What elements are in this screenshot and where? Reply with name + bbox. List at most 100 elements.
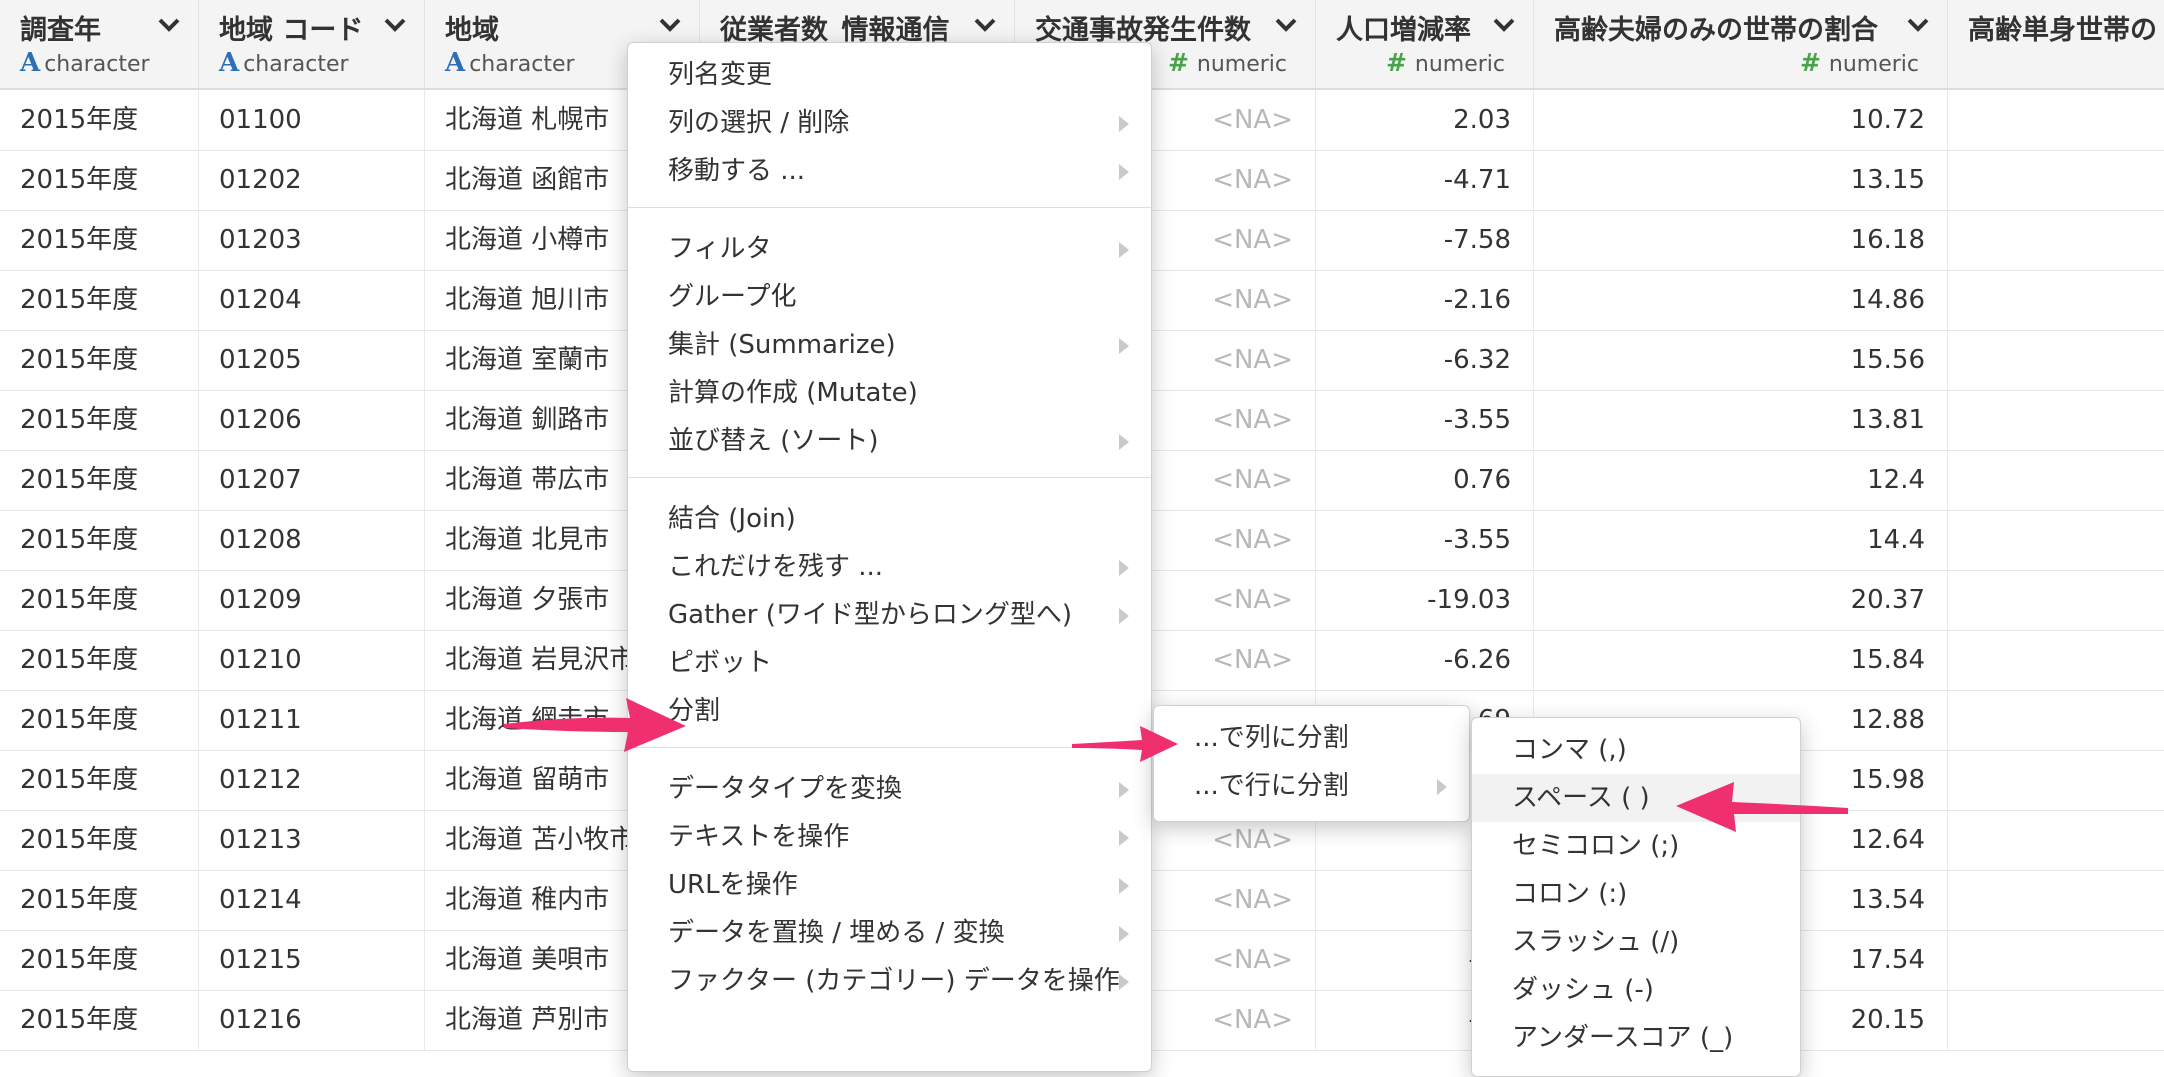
table-cell: [1948, 630, 2164, 690]
table-cell: 01214: [199, 870, 425, 930]
chevron-down-icon[interactable]: [1906, 16, 1930, 34]
menu-item[interactable]: これだけを残す ...: [628, 543, 1151, 591]
chevron-down-icon[interactable]: [157, 16, 181, 34]
menu-item[interactable]: 集計 (Summarize): [628, 321, 1151, 369]
column-context-menu: 列名変更 列の選択 / 削除移動する ... フィルタ グループ化 集計 (Summar…: [627, 42, 1152, 1072]
menu-item[interactable]: 列の選択 / 削除: [628, 99, 1151, 147]
column-type: # numeric: [1386, 48, 1505, 77]
table-cell: 2015年度: [0, 330, 199, 390]
submenu-arrow-icon: [1119, 830, 1129, 846]
column-type: # numeric: [1800, 48, 1919, 77]
column-type-label: character: [44, 52, 150, 77]
table-cell: 01212: [199, 750, 425, 810]
table-cell: [1948, 510, 2164, 570]
column-type: Acharacter: [20, 48, 150, 78]
chevron-down-icon[interactable]: [383, 16, 407, 34]
table-cell: -7.58: [1316, 210, 1534, 270]
split-submenu: ...で列に分割 ...で行に分割: [1153, 705, 1470, 822]
split-menu-item[interactable]: ...で列に分割: [1154, 714, 1469, 762]
table-cell: 2015年度: [0, 150, 199, 210]
menu-item[interactable]: グループ化: [628, 273, 1151, 321]
chevron-down-icon[interactable]: [1492, 16, 1516, 34]
column-type-label: numeric: [1196, 52, 1287, 77]
menu-item-label: ...で列に分割: [1194, 723, 1349, 753]
menu-item[interactable]: フィルタ: [628, 225, 1151, 273]
table-cell: 2015年度: [0, 570, 199, 630]
table-cell: -6.32: [1316, 330, 1534, 390]
table-cell: 01211: [199, 690, 425, 750]
table-cell: 01209: [199, 570, 425, 630]
menu-item[interactable]: URLを操作: [628, 861, 1151, 909]
column-header-1[interactable]: 地域 コード Acharacter: [199, 0, 425, 88]
menu-item[interactable]: 計算の作成 (Mutate): [628, 369, 1151, 417]
submenu-arrow-icon: [1119, 242, 1129, 258]
column-header-7[interactable]: 高齢単身世帯の#nu: [1948, 0, 2164, 88]
table-cell: 01206: [199, 390, 425, 450]
numeric-icon: #: [1385, 48, 1407, 77]
column-header-6[interactable]: 高齢夫婦のみの世帯の割合 # numeric: [1534, 0, 1948, 88]
menu-item-label: 結合 (Join): [668, 504, 796, 534]
chevron-down-icon[interactable]: [1274, 16, 1298, 34]
menu-item[interactable]: 移動する ...: [628, 147, 1151, 195]
table-cell: 01207: [199, 450, 425, 510]
table-cell: 2015年度: [0, 510, 199, 570]
table-cell: 2015年度: [0, 390, 199, 450]
menu-item-label: 計算の作成 (Mutate): [668, 378, 918, 408]
separator-menu-item[interactable]: コンマ (,): [1472, 726, 1800, 774]
menu-item[interactable]: ファクター (カテゴリー) データを操作: [628, 957, 1151, 1005]
submenu-arrow-icon: [1119, 338, 1129, 354]
chevron-down-icon[interactable]: [973, 16, 997, 34]
menu-item[interactable]: 結合 (Join): [628, 495, 1151, 543]
column-header-5[interactable]: 人口増減率 # numeric: [1316, 0, 1534, 88]
table-cell: 2015年度: [0, 270, 199, 330]
table-cell: 12.4: [1534, 450, 1948, 510]
submenu-arrow-icon: [1119, 926, 1129, 942]
column-name: 調査年: [20, 15, 101, 46]
menu-divider: [628, 207, 1151, 208]
menu-item[interactable]: データを置換 / 埋める / 変換: [628, 909, 1151, 957]
table-cell: 2015年度: [0, 750, 199, 810]
menu-item-label: Gather (ワイド型からロング型へ): [668, 600, 1072, 630]
menu-item-label: ダッシュ (-): [1512, 975, 1654, 1005]
menu-item-label: 並び替え (ソート): [668, 426, 879, 456]
numeric-icon: #: [1167, 48, 1189, 77]
column-type-label: numeric: [1414, 52, 1505, 77]
table-cell: 01205: [199, 330, 425, 390]
submenu-arrow-icon: [1437, 779, 1447, 795]
annotation-arrow-split: [504, 698, 686, 752]
column-type-label: numeric: [1828, 52, 1919, 77]
column-type: Acharacter: [445, 48, 575, 78]
table-cell: 10.72: [1534, 90, 1948, 150]
menu-item[interactable]: Gather (ワイド型からロング型へ): [628, 591, 1151, 639]
chevron-down-icon[interactable]: [658, 16, 682, 34]
table-cell: 2015年度: [0, 810, 199, 870]
table-cell: [1948, 90, 2164, 150]
table-cell: 14.4: [1534, 510, 1948, 570]
table-cell: -6.26: [1316, 630, 1534, 690]
separator-menu-item[interactable]: ダッシュ (-): [1472, 966, 1800, 1014]
submenu-arrow-icon: [1119, 878, 1129, 894]
separator-menu-item[interactable]: アンダースコア (_): [1472, 1014, 1800, 1062]
menu-item-label: 移動する ...: [668, 156, 806, 186]
table-cell: 13.81: [1534, 390, 1948, 450]
table-cell: [1948, 810, 2164, 870]
separator-menu-item[interactable]: コロン (:): [1472, 870, 1800, 918]
table-cell: 01215: [199, 930, 425, 990]
table-cell: 01203: [199, 210, 425, 270]
character-icon: A: [219, 48, 240, 78]
table-cell: 01202: [199, 150, 425, 210]
menu-item[interactable]: データタイプを変換: [628, 765, 1151, 813]
menu-item[interactable]: ピボット: [628, 639, 1151, 687]
table-cell: 20.37: [1534, 570, 1948, 630]
separator-menu-item[interactable]: スラッシュ (/): [1472, 918, 1800, 966]
column-name: 高齢夫婦のみの世帯の割合: [1554, 15, 1878, 46]
split-menu-item[interactable]: ...で行に分割: [1154, 762, 1469, 810]
menu-item[interactable]: 列名変更: [628, 51, 1151, 99]
table-cell: 2015年度: [0, 870, 199, 930]
table-cell: 2015年度: [0, 930, 199, 990]
column-header-0[interactable]: 調査年 Acharacter: [0, 0, 199, 88]
menu-item[interactable]: 並び替え (ソート): [628, 417, 1151, 465]
menu-item-label: ファクター (カテゴリー) データを操作: [668, 966, 1120, 996]
menu-item[interactable]: テキストを操作: [628, 813, 1151, 861]
character-icon: A: [20, 48, 41, 78]
